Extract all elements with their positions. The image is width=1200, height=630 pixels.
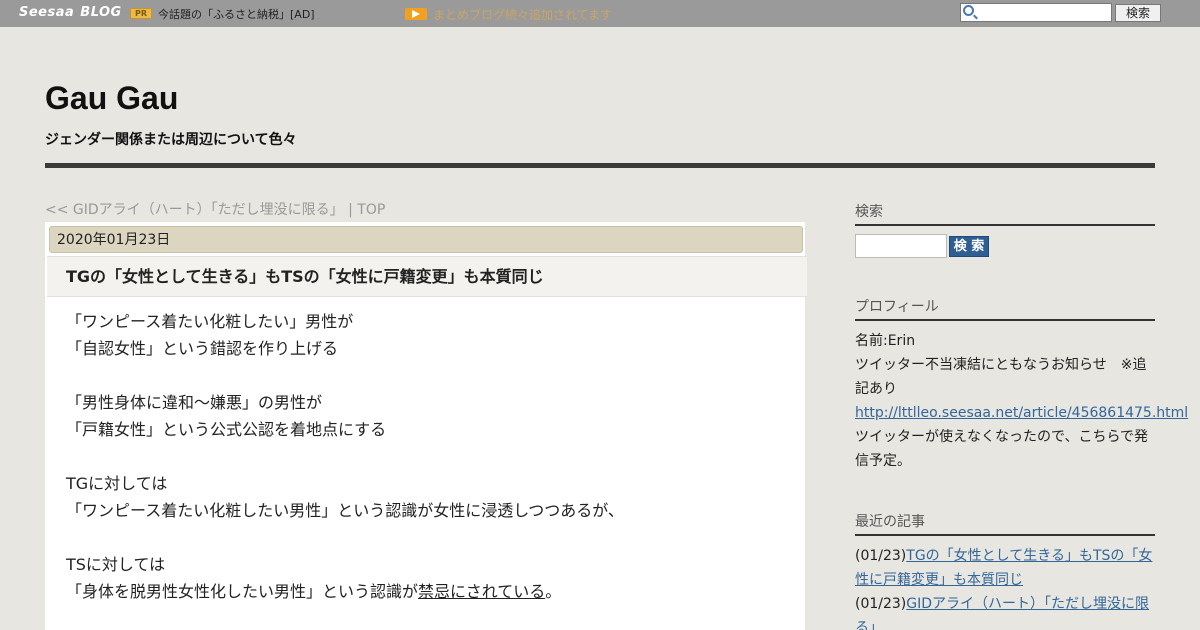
logo-blog-text: BLOG xyxy=(80,5,122,20)
article-body: 「ワンピース着たい化粧したい」男性が 「自認女性」という錯認を作り上げる 「男性… xyxy=(66,308,624,605)
site-title[interactable]: Gau Gau xyxy=(45,80,178,117)
logo-seesaa-text: Seesaa xyxy=(19,5,75,20)
header-divider xyxy=(45,163,1155,168)
body-line: 「戸籍女性」という公式公認を着地点にする xyxy=(66,420,387,439)
body-line: 「男性身体に違和～嫌悪」の男性が xyxy=(66,393,323,412)
recent-date: (01/23) xyxy=(855,548,907,564)
sidebar-recent-heading: 最近の記事 xyxy=(855,511,1155,536)
article-title: TGの「女性として生きる」もTSの「女性に戸籍変更」も本質同じ xyxy=(47,256,807,297)
body-line: 「ワンピース着たい化粧したい男性」という認識が女性に浸透しつつあるが、 xyxy=(66,501,624,520)
top-link[interactable]: TOP xyxy=(357,202,385,218)
top-search-input[interactable] xyxy=(960,3,1112,22)
sidebar-profile-heading: プロフィール xyxy=(855,296,1155,321)
notice-link[interactable]: まとめブログ続々追加されてます xyxy=(433,6,612,23)
article: 2020年01月23日 TGの「女性として生きる」もTSの「女性に戸籍変更」も本… xyxy=(45,222,807,630)
body-text-segment: 。 xyxy=(545,582,562,601)
recent-articles-list: (01/23)TGの「女性として生きる」もTSの「女性に戸籍変更」も本質同じ (… xyxy=(855,544,1155,630)
body-line: 「ワンピース着たい化粧したい」男性が xyxy=(66,312,354,331)
nav-separator: | xyxy=(343,202,358,218)
prev-article-link[interactable]: << GIDアライ（ハート）「ただし埋没に限る」 xyxy=(45,202,344,218)
article-nav: << GIDアライ（ハート）「ただし埋没に限る」 | TOP xyxy=(45,199,385,219)
sidebar-search-input[interactable] xyxy=(855,234,947,258)
site-description: ジェンダー関係または周辺について色々 xyxy=(45,132,297,148)
body-blank-line xyxy=(66,443,624,470)
profile-box: 名前:Erin ツイッター不当凍結にともなうお知らせ ※追記あり http://… xyxy=(855,329,1188,473)
profile-notice: ツイッター不当凍結にともなうお知らせ ※追記あり xyxy=(855,357,1147,397)
body-line: TSに対しては xyxy=(66,555,166,574)
search-icon xyxy=(963,5,974,16)
pr-ad-link[interactable]: 今話題の「ふるさと納税」[AD] xyxy=(158,6,315,22)
arrow-right-icon xyxy=(405,8,427,20)
top-bar: Seesaa BLOG PR 今話題の「ふるさと納税」[AD] まとめブログ続々追… xyxy=(0,0,1200,27)
list-item: (01/23)TGの「女性として生きる」もTSの「女性に戸籍変更」も本質同じ xyxy=(855,544,1155,592)
profile-note: ツイッターが使えなくなったので、こちらで発信予定。 xyxy=(855,429,1149,469)
pr-badge: PR xyxy=(130,8,152,19)
sidebar-search-heading: 検索 xyxy=(855,201,1155,226)
underlined-text: 禁忌にされている xyxy=(418,582,546,601)
body-blank-line xyxy=(66,362,624,389)
body-blank-line xyxy=(66,524,624,551)
profile-link[interactable]: http://lttlleo.seesaa.net/article/456861… xyxy=(855,405,1188,421)
body-line: 「自認女性」という錯認を作り上げる xyxy=(66,339,339,358)
body-line: 「身体を脱男性女性化したい男性」という認識が禁忌にされている。 xyxy=(66,578,624,605)
seesaa-blog-logo[interactable]: Seesaa BLOG xyxy=(19,5,122,20)
profile-name: 名前:Erin xyxy=(855,333,916,349)
body-text-segment: 「身体を脱男性女性化したい男性」という認識が xyxy=(66,582,419,601)
body-line: TGに対しては xyxy=(66,474,168,493)
sidebar-search-button[interactable]: 検 索 xyxy=(949,236,989,257)
recent-date: (01/23) xyxy=(855,596,907,612)
article-date: 2020年01月23日 xyxy=(49,226,803,253)
top-search-button[interactable]: 検索 xyxy=(1115,4,1161,22)
list-item: (01/23)GIDアライ（ハート）「ただし埋没に限る」 xyxy=(855,592,1155,630)
